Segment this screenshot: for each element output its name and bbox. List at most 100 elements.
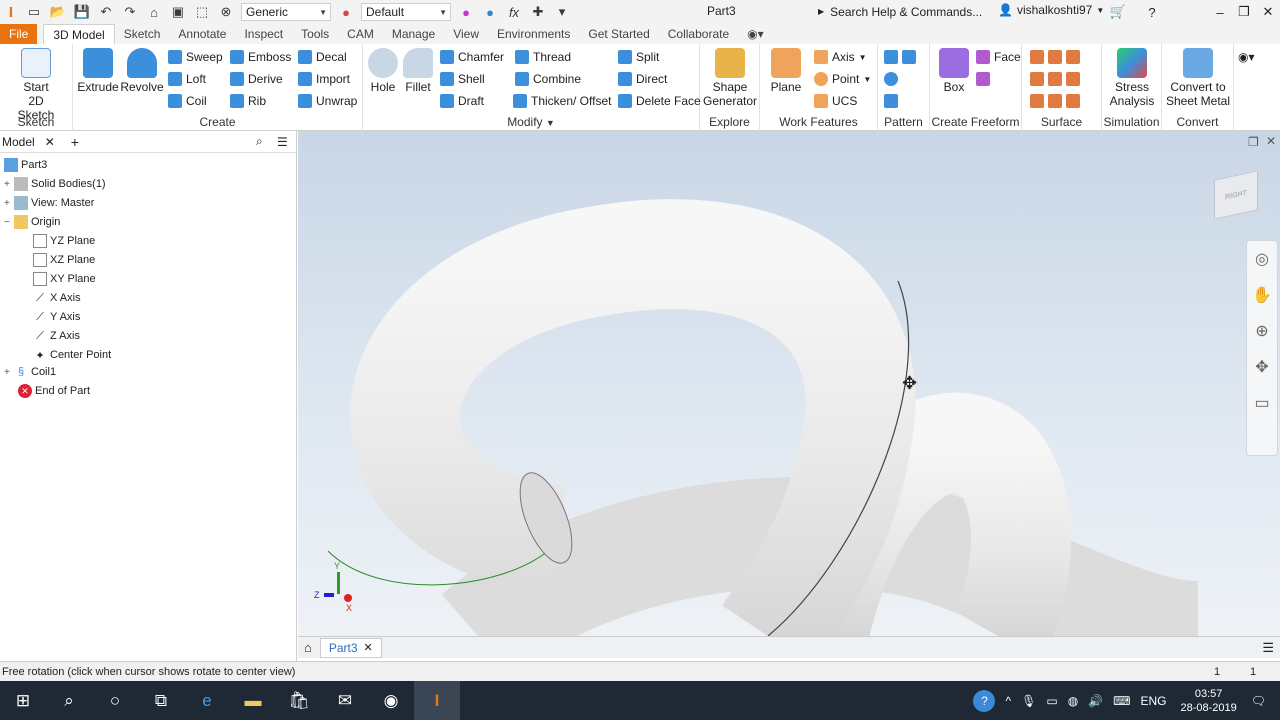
clear-appearance-icon[interactable]: ⊗	[216, 2, 236, 22]
tree-item-end-of-part[interactable]: ✕ End of Part	[18, 382, 90, 400]
battery-icon[interactable]: ▭	[1046, 694, 1057, 708]
inventor-logo-icon[interactable]: I	[0, 1, 22, 23]
sweep-button[interactable]: Sweep	[168, 47, 223, 67]
coil-model[interactable]	[298, 131, 1280, 636]
split-button[interactable]: Split	[618, 47, 659, 67]
microphone-icon[interactable]: 🎙	[1021, 694, 1036, 708]
plus-icon[interactable]: ✚	[528, 2, 548, 22]
search-icon[interactable]: ⌕	[46, 681, 92, 720]
pan-icon[interactable]: ✋	[1247, 277, 1277, 313]
tab-annotate[interactable]: Annotate	[169, 24, 235, 44]
add-icon[interactable]: +	[71, 134, 79, 150]
viewport-maximize-icon[interactable]: ❐	[1248, 135, 1259, 149]
search-commands-input[interactable]: ▶ Search Help & Commands...	[812, 2, 992, 21]
hole-button[interactable]: Hole	[366, 48, 400, 94]
appearance-icon[interactable]: ●	[336, 2, 356, 22]
help-icon[interactable]: ?	[1140, 2, 1164, 22]
tab-file[interactable]: File	[0, 24, 38, 44]
cart-icon[interactable]: 🛒	[1106, 2, 1130, 22]
shell-button[interactable]: Shell	[440, 69, 485, 89]
inventor-taskbar-icon[interactable]: I	[414, 681, 460, 720]
surface-tools-row3[interactable]	[1030, 91, 1084, 111]
tab-cam[interactable]: CAM	[338, 24, 383, 44]
circular-pattern-icon[interactable]	[884, 69, 902, 89]
tree-item-coil1[interactable]: + § Coil1	[4, 363, 56, 381]
obs-icon[interactable]: ◉	[368, 681, 414, 720]
close-icon[interactable]: ✕	[45, 135, 55, 149]
tree-item-center-point[interactable]: ✦ Center Point	[33, 346, 111, 364]
doc-tab-part3[interactable]: Part3 ✕	[319, 637, 382, 658]
chamfer-button[interactable]: Chamfer	[440, 47, 504, 67]
fillet-button[interactable]: Fillet	[401, 48, 435, 94]
ribbon-options-icon[interactable]: ◉▾	[738, 24, 773, 44]
convert-to-sheet-metal-button[interactable]: Convert to Sheet Metal	[1164, 48, 1232, 108]
user-account[interactable]: 👤 vishalkoshti97 ▼	[998, 3, 1104, 17]
edge-icon[interactable]: e	[184, 681, 230, 720]
unwrap-button[interactable]: Unwrap	[298, 91, 357, 111]
axis-button[interactable]: Axis ▼	[814, 47, 867, 67]
tab-inspect[interactable]: Inspect	[235, 24, 292, 44]
tab-tools[interactable]: Tools	[292, 24, 338, 44]
tab-sketch[interactable]: Sketch	[115, 24, 170, 44]
ucs-button[interactable]: UCS	[814, 91, 857, 111]
tree-item-view-master[interactable]: + View: Master	[4, 194, 94, 212]
collapse-icon[interactable]: −	[4, 217, 14, 228]
help-tray-icon[interactable]: ?	[973, 689, 996, 712]
emboss-button[interactable]: Emboss	[230, 47, 291, 67]
start-2d-sketch-button[interactable]: Start 2D Sketch	[10, 48, 62, 122]
mail-icon[interactable]: ✉	[322, 681, 368, 720]
tree-item-part3[interactable]: Part3	[4, 156, 47, 174]
browser-tab-model[interactable]: Model	[2, 135, 35, 149]
decal-button[interactable]: Decal	[298, 47, 347, 67]
windows-start-icon[interactable]: ⊞	[0, 681, 46, 720]
language-indicator[interactable]: ENG	[1140, 694, 1166, 708]
shape-generator-button[interactable]: Shape Generator	[703, 48, 757, 108]
box-button[interactable]: Box	[934, 48, 974, 94]
orbit-icon[interactable]: ✥	[1247, 349, 1277, 385]
doc-menu-icon[interactable]: ☰	[1262, 640, 1274, 656]
steering-wheel-icon[interactable]: ◎	[1247, 241, 1277, 277]
material-dropdown[interactable]: Generic ▼	[241, 3, 331, 21]
combine-button[interactable]: Combine	[515, 69, 581, 89]
panel-label-modify[interactable]: Modify ▼	[363, 115, 699, 129]
network-icon[interactable]: ◍	[1068, 694, 1078, 708]
save-icon[interactable]: 💾	[72, 2, 92, 22]
mirror-icon[interactable]	[884, 91, 902, 111]
viewport-close-icon[interactable]: ✕	[1266, 134, 1276, 148]
notification-icon[interactable]: 🗨	[1251, 694, 1266, 708]
open-icon[interactable]: 📂	[48, 2, 68, 22]
thicken-offset-button[interactable]: Thicken/ Offset	[513, 91, 611, 111]
restore-button[interactable]: ❐	[1232, 2, 1256, 22]
tree-item-origin[interactable]: − Origin	[4, 213, 60, 231]
clock[interactable]: 03:57 28-08-2019	[1180, 687, 1236, 715]
tab-get-started[interactable]: Get Started	[579, 24, 658, 44]
surface-tools-row2[interactable]	[1030, 69, 1084, 89]
select-icon[interactable]: ⬚	[192, 2, 212, 22]
tree-item-yz-plane[interactable]: YZ Plane	[33, 232, 95, 250]
rectangular-pattern-icon[interactable]	[884, 47, 920, 67]
clear-icon[interactable]: ●	[480, 2, 500, 22]
tree-item-xy-plane[interactable]: XY Plane	[33, 270, 96, 288]
redo-icon[interactable]: ↷	[120, 2, 140, 22]
extrude-button[interactable]: Extrude	[77, 48, 119, 94]
adjust-icon[interactable]: ●	[456, 2, 476, 22]
tree-item-x-axis[interactable]: ⟋ X Axis	[33, 289, 80, 307]
home-icon[interactable]: ⌂	[144, 2, 164, 22]
undo-icon[interactable]: ↶	[96, 2, 116, 22]
look-at-icon[interactable]: ▭	[1247, 385, 1277, 421]
appearance-dropdown[interactable]: Default ▼	[361, 3, 451, 21]
tab-3d-model[interactable]: 3D Model	[43, 24, 115, 44]
chevron-up-icon[interactable]: ^	[1005, 694, 1011, 708]
update-icon[interactable]: ▣	[168, 2, 188, 22]
stress-analysis-button[interactable]: Stress Analysis	[1105, 48, 1159, 108]
tree-item-xz-plane[interactable]: XZ Plane	[33, 251, 95, 269]
tree-item-solid-bodies[interactable]: + Solid Bodies(1)	[4, 175, 106, 193]
minimize-button[interactable]: –	[1208, 2, 1232, 22]
rib-button[interactable]: Rib	[230, 91, 266, 111]
customize-icon[interactable]: ▾	[552, 2, 572, 22]
new-icon[interactable]: ▭	[24, 2, 44, 22]
task-view-icon[interactable]: ⧉	[138, 681, 184, 720]
tab-environments[interactable]: Environments	[488, 24, 579, 44]
point-button[interactable]: Point ▼	[814, 69, 871, 89]
tree-item-y-axis[interactable]: ⟋ Y Axis	[33, 308, 80, 326]
